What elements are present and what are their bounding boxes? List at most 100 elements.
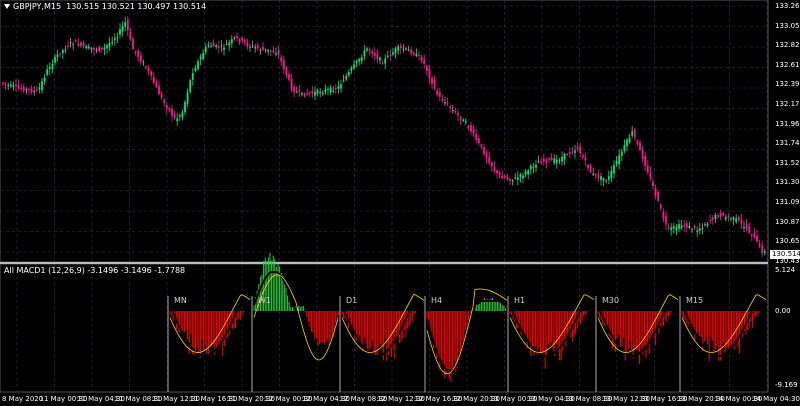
candle-body [506,177,509,179]
candle-body [540,161,543,164]
candle-body [639,142,641,151]
candle-body [80,43,82,45]
candle-body [173,113,176,119]
candle-body [298,90,301,92]
candle-body [477,138,480,143]
candle-body [197,61,199,69]
candle-body [176,118,179,122]
candle-body [337,85,340,89]
indicator-header: All MACD1 (12,26,9) -3.1496 -3.1496 -1.7… [4,266,186,275]
candle-body [329,87,332,93]
candle-body [215,45,218,47]
candle-body [363,50,366,57]
candle-body [758,243,761,246]
candle-body [46,69,49,75]
candle-body [381,62,384,64]
candle-body [701,227,704,229]
candle-body [470,125,472,132]
candle-body [33,90,36,92]
candle-body [431,77,433,85]
candle-body [529,165,532,170]
candle-body [680,225,683,228]
candle-body [623,144,626,152]
candle-body [724,217,727,220]
candle-body [254,47,257,49]
candle-body [592,173,595,175]
candle-body [451,110,454,112]
candle-body [168,108,171,111]
candle-body [217,46,220,48]
candle-body [308,92,311,94]
chart-canvas[interactable] [0,0,800,406]
candle-body [35,89,38,91]
candle-body [98,46,101,52]
candle-body [652,181,654,187]
candle-body [698,228,701,231]
candle-body [204,46,207,53]
price-tick-label: 131.525 [775,158,800,167]
candle-body [584,157,587,161]
candle-body [449,106,452,108]
candle-body [207,45,210,47]
candle-body [389,54,392,56]
time-tick-label: 14 May 04:30 [752,395,800,403]
candle-body [412,52,415,55]
candle-body [483,146,485,155]
candle-body [678,224,680,229]
candle-body [662,211,665,219]
candle-body [415,53,418,56]
price-tick-label: 131.740 [775,139,800,148]
candle-body [488,156,491,164]
candle-body [285,67,288,76]
candle-body [233,37,236,39]
candle-body [181,112,184,118]
timeframe-label-h4: H4 [431,296,443,305]
candle-body [2,82,4,84]
candle-body [202,53,205,60]
candle-body [51,63,54,69]
candle-body [212,42,215,47]
candle-body [392,52,394,55]
ohlc-values: 130.515 130.521 130.497 130.514 [66,2,207,11]
candle-body [509,179,511,181]
timeframe-label-w1: W1 [258,296,271,305]
candle-body [113,38,116,41]
candle-body [714,215,717,220]
dropdown-triangle-icon[interactable] [4,4,10,9]
candle-body [467,126,470,128]
price-tick-label: 132.395 [775,80,800,89]
candle-body [22,86,25,92]
candle-body [366,48,368,51]
indicator-tick-label: -9.169 [775,381,798,389]
candle-body [735,218,738,222]
candle-body [160,93,163,98]
candle-body [597,174,600,179]
candle-body [28,88,30,90]
candle-body [618,155,621,165]
candle-body [228,42,231,46]
candle-body [311,90,314,94]
candle-body [579,146,582,154]
candle-body [243,39,246,43]
indicator-tick-label: 5.124 [775,266,796,274]
candle-body [210,45,212,47]
candle-body [397,46,400,51]
candle-body [558,160,561,162]
timeframe-label-h1: H1 [514,296,526,305]
candle-body [433,79,436,88]
candle-body [280,57,283,62]
candle-body [121,26,124,32]
candle-body [376,54,379,59]
candle-body [38,87,41,90]
candle-body [350,68,353,71]
candle-body [620,151,623,156]
candle-body [189,80,192,92]
candle-body [220,45,223,47]
candle-body [602,178,605,181]
candle-body [256,45,259,49]
candle-body [636,140,639,144]
candle-body [423,59,426,64]
candle-body [103,47,106,50]
price-tick-label: 131.960 [775,119,800,128]
candle-body [719,213,722,218]
